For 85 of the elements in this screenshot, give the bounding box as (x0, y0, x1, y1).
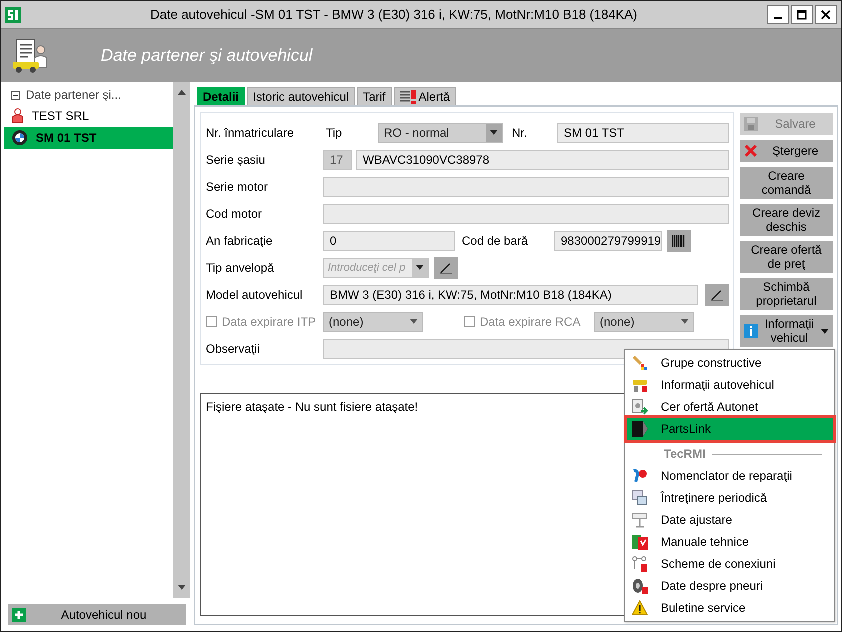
field-label: Nr. înmatriculare (206, 126, 296, 140)
pen-icon (710, 288, 724, 302)
length-field: 17 (323, 150, 352, 170)
number-field[interactable]: SM 01 TST (557, 122, 729, 142)
diagram-icon (632, 556, 648, 572)
caret-icon (410, 319, 418, 324)
close-button[interactable] (815, 5, 837, 24)
action-button[interactable]: Schimbă proprietarul (740, 278, 833, 310)
caret-icon (821, 328, 829, 334)
barcode-icon (672, 234, 686, 248)
tab[interactable]: Istoric autovehicul (247, 87, 356, 105)
signpost-icon (632, 512, 648, 528)
scroll-down-icon[interactable] (178, 585, 186, 590)
menu-section-title: TecRMI (664, 447, 706, 461)
info-icon (744, 324, 758, 338)
collapse-icon[interactable] (11, 90, 20, 100)
minimize-button[interactable] (767, 5, 789, 24)
window-title: Date autovehicul -SM 01 TST - BMW 3 (E30) 316 i, KW:75, MotNr:M10 B18 (184KA) (150, 7, 638, 22)
tree-item[interactable]: Date partener şi... (26, 88, 122, 102)
barcode-field[interactable]: 983000279799919 (554, 230, 662, 250)
tab[interactable]: Detalii (197, 87, 246, 105)
arrow-logo-icon (632, 421, 648, 437)
scroll-up-icon[interactable] (178, 90, 186, 95)
menu-item[interactable]: Întreţinere periodică (627, 487, 833, 509)
menu-item[interactable]: Date ajustare (627, 509, 833, 531)
caret-icon (490, 130, 498, 135)
field-label: An fabricaţie (206, 234, 274, 248)
input-field[interactable] (323, 204, 729, 224)
scrollbar[interactable] (173, 82, 190, 598)
menu-item[interactable]: Date despre pneuri (627, 575, 833, 597)
field-label: Serie şasiu (206, 152, 266, 166)
action-button[interactable]: Creare deviz deschis (740, 204, 833, 236)
close-icon (821, 10, 831, 20)
attachments-text: Fişiere ataşate - Nu sunt fisiere ataşate! (206, 400, 418, 414)
document-arrow-icon (632, 399, 648, 415)
menu-item[interactable]: Nomenclator de reparaţii (627, 465, 833, 487)
menu-item[interactable]: Informaţii autovehicul (627, 374, 833, 396)
menu-item[interactable]: PartsLink (627, 418, 833, 440)
field-label: Cod de bară (461, 234, 530, 248)
tree-item[interactable]: TEST SRL (4, 105, 173, 127)
minimize-icon (774, 17, 782, 19)
caret-icon (681, 319, 689, 324)
edit-button[interactable] (434, 256, 458, 278)
app-logo-icon (5, 6, 21, 22)
type-dropdown[interactable]: RO - normal (378, 122, 503, 142)
alert-list-icon (400, 90, 416, 104)
field-label: Tip (325, 126, 344, 140)
year-field[interactable]: 0 (323, 230, 455, 250)
field-label: Serie motor (206, 180, 270, 194)
tab[interactable]: Alertă (394, 87, 456, 105)
warning-icon (632, 600, 648, 616)
book-icon (632, 534, 648, 550)
menu-item[interactable]: Buletine service (627, 597, 833, 619)
close-icon (744, 144, 758, 158)
field-label: Cod motor (206, 206, 264, 220)
new-vehicle-button[interactable]: Autovehicul nou (8, 604, 186, 625)
menu-item[interactable]: Grupe constructive (627, 352, 833, 374)
caret-icon (416, 265, 424, 270)
model-field[interactable]: BMW 3 (E30) 316 i, KW:75, MotNr:M10 B18 (184KA) (323, 284, 698, 304)
field-label: Model autovehicul (206, 288, 304, 302)
pen-icon (439, 260, 453, 274)
maximize-icon (797, 10, 807, 20)
delete-button[interactable]: Ştergere (740, 140, 833, 162)
action-button[interactable]: Creare comandă (740, 167, 833, 199)
plus-icon (12, 608, 26, 622)
tree-item[interactable]: SM 01 TST (4, 127, 173, 149)
menu-item[interactable]: Scheme de conexiuni (627, 553, 833, 575)
field-label: Nr. (511, 126, 528, 140)
menu-item[interactable]: Manuale tehnice (627, 531, 833, 553)
person-icon (12, 108, 24, 124)
field-label: Tip anvelopă (206, 260, 276, 274)
menu-item[interactable]: Cer ofertă Autonet (627, 396, 833, 418)
page-heading: Date partener şi autovehicul (101, 46, 313, 66)
edit-button[interactable] (705, 284, 729, 306)
input-field[interactable] (323, 176, 729, 196)
tab[interactable]: Tarif (357, 87, 392, 105)
action-button[interactable]: Creare ofertă de preţ (740, 241, 833, 273)
save-icon (744, 117, 758, 131)
vehicle-info-button[interactable]: Informaţii vehicul (740, 315, 833, 347)
tire-icon (632, 578, 648, 594)
maximize-button[interactable] (791, 5, 813, 24)
car-logo-icon (12, 130, 28, 146)
chassis-field[interactable]: WBAVC31090VC38978 (356, 150, 729, 170)
barcode-button[interactable] (667, 230, 691, 252)
field-label: Observaţii (206, 342, 262, 356)
